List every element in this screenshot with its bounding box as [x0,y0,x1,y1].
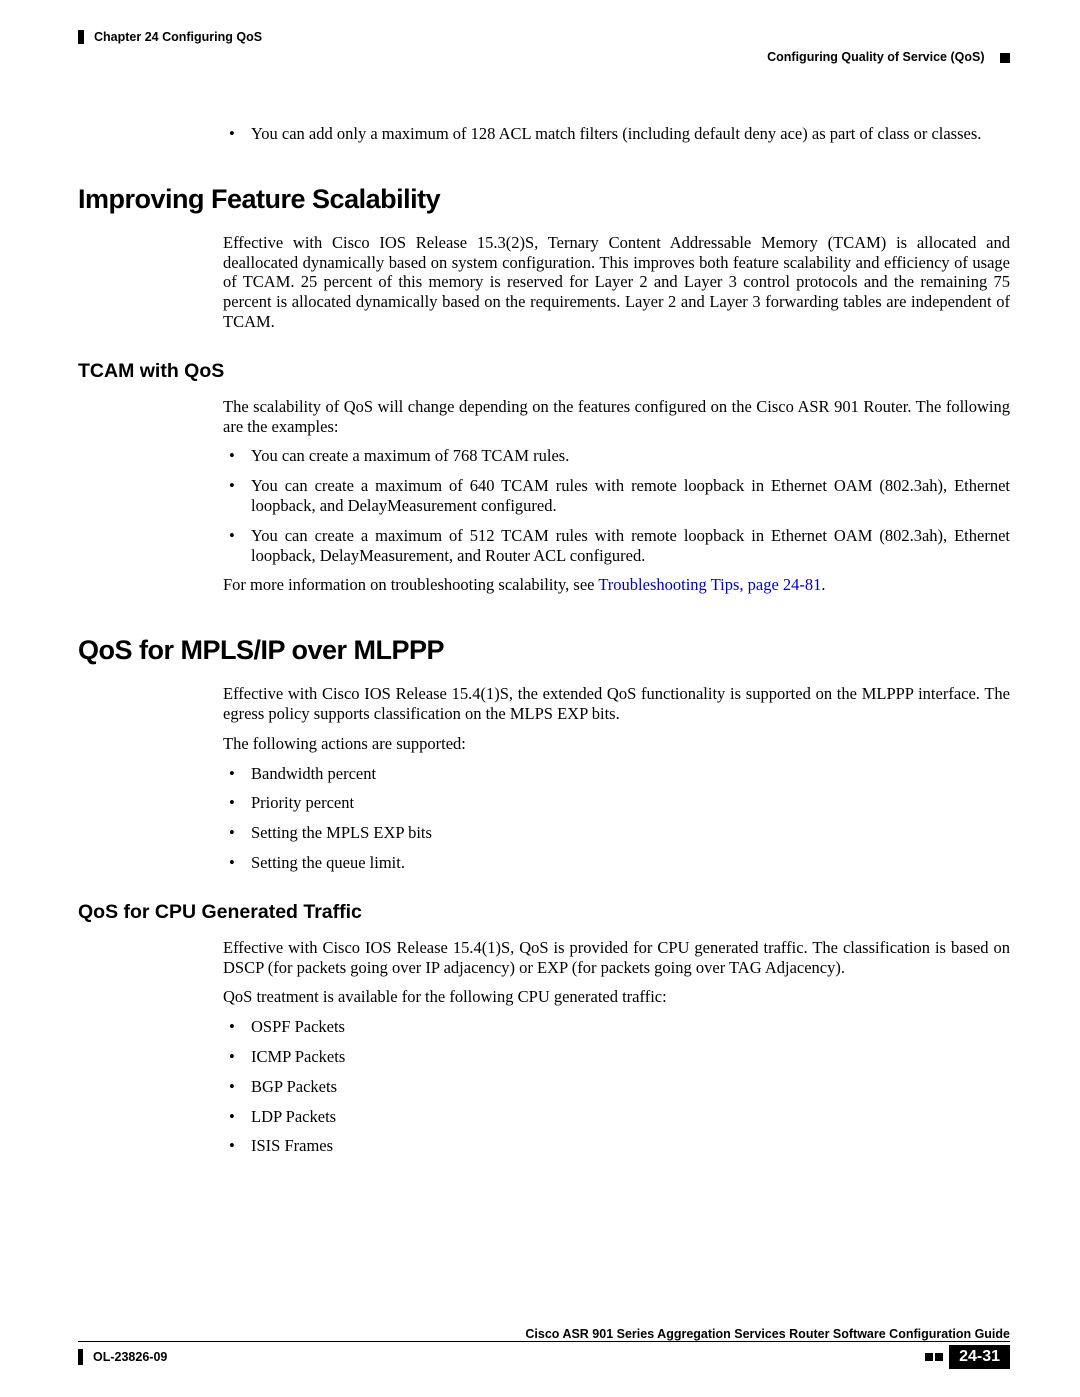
paragraph: The scalability of QoS will change depen… [223,397,1010,437]
heading-improving-feature-scalability: Improving Feature Scalability [78,184,1010,215]
header-chapter-row: Chapter 24 Configuring QoS [78,30,1010,44]
chapter-label: Chapter 24 Configuring QoS [94,30,262,44]
paragraph: Effective with Cisco IOS Release 15.4(1)… [223,684,1010,724]
list-item: BGP Packets [223,1077,1010,1097]
list-item: ICMP Packets [223,1047,1010,1067]
text-post: . [821,575,825,594]
heading-qos-mpls-ip-mlppp: QoS for MPLS/IP over MLPPP [78,635,1010,666]
page-container: Chapter 24 Configuring QoS Configuring Q… [0,0,1080,1156]
list-item: You can create a maximum of 640 TCAM rul… [223,476,1010,516]
doc-id: OL-23826-09 [93,1350,167,1364]
heading-qos-cpu-traffic: QoS for CPU Generated Traffic [78,901,1010,924]
footer-guide-title: Cisco ASR 901 Series Aggregation Service… [78,1327,1010,1342]
footer-square-icon [925,1353,933,1361]
paragraph: QoS treatment is available for the follo… [223,987,1010,1007]
section-label: Configuring Quality of Service (QoS) [767,50,984,64]
footer-square-icon [935,1353,943,1361]
tcam-bullet-list: You can create a maximum of 768 TCAM rul… [223,446,1010,565]
list-item: You can create a maximum of 512 TCAM rul… [223,526,1010,566]
list-item: Setting the queue limit. [223,853,1010,873]
footer-bar-row: OL-23826-09 24-31 [78,1345,1010,1369]
heading-tcam-with-qos: TCAM with QoS [78,360,1010,383]
cpu-traffic-bullet-list: OSPF Packets ICMP Packets BGP Packets LD… [223,1017,1010,1156]
page-number-badge: 24-31 [949,1345,1010,1369]
intro-bullet-list: You can add only a maximum of 128 ACL ma… [223,124,1010,144]
list-item: You can create a maximum of 768 TCAM rul… [223,446,1010,466]
footer-right: 24-31 [925,1345,1010,1369]
list-item: Priority percent [223,793,1010,813]
guide-text: Cisco ASR 901 Series Aggregation Service… [525,1327,1010,1341]
footer: Cisco ASR 901 Series Aggregation Service… [78,1327,1010,1369]
list-item: Setting the MPLS EXP bits [223,823,1010,843]
header-bar-icon [78,30,84,44]
paragraph-with-link: For more information on troubleshooting … [223,575,1010,595]
paragraph: The following actions are supported: [223,734,1010,754]
header-square-icon [1000,53,1010,63]
footer-left: OL-23826-09 [78,1349,167,1365]
paragraph: Effective with Cisco IOS Release 15.4(1)… [223,938,1010,978]
list-item: LDP Packets [223,1107,1010,1127]
footer-rule [78,1341,1010,1342]
troubleshooting-link[interactable]: Troubleshooting Tips, page 24-81 [598,575,821,594]
paragraph: Effective with Cisco IOS Release 15.3(2)… [223,233,1010,332]
header-section-row: Configuring Quality of Service (QoS) [78,50,1010,64]
list-item: You can add only a maximum of 128 ACL ma… [223,124,1010,144]
actions-bullet-list: Bandwidth percent Priority percent Setti… [223,764,1010,873]
text-pre: For more information on troubleshooting … [223,575,598,594]
list-item: OSPF Packets [223,1017,1010,1037]
list-item: ISIS Frames [223,1136,1010,1156]
footer-bar-icon [78,1349,83,1365]
list-item: Bandwidth percent [223,764,1010,784]
